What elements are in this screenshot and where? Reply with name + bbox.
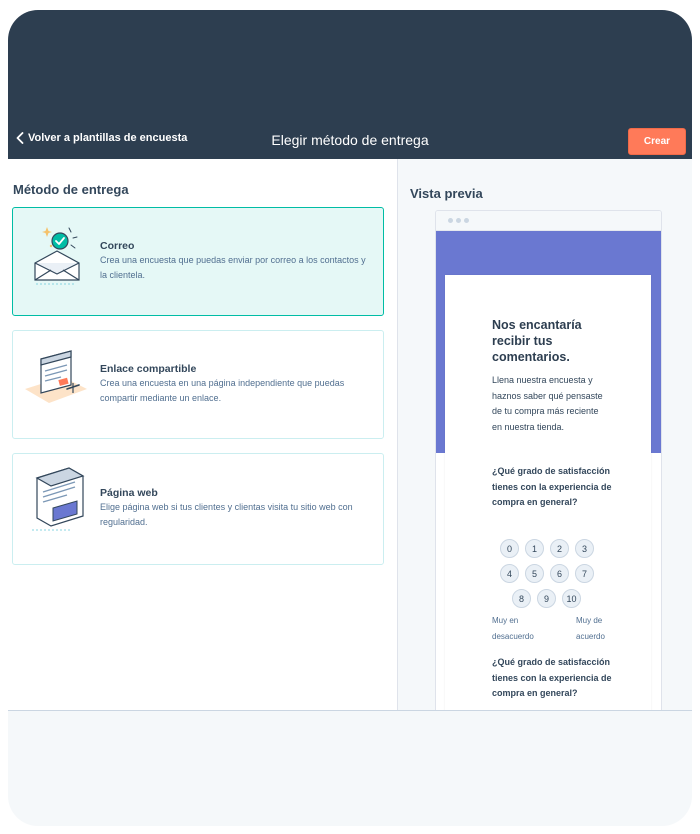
scale-option[interactable]: 2: [550, 539, 569, 558]
scale-option[interactable]: 9: [537, 589, 556, 608]
back-label: Volver a plantillas de encuesta: [28, 132, 188, 144]
bottom-footer-area: [8, 710, 692, 826]
survey-question-2: ¿Qué grado de satisfacción tienes con la…: [492, 657, 612, 698]
scale-option[interactable]: 3: [575, 539, 594, 558]
web-page-icon: [32, 467, 85, 531]
scale-low-label: Muy en desacuerdo: [492, 616, 534, 641]
scale-option[interactable]: 1: [525, 539, 544, 558]
preview-title: Vista previa: [410, 186, 483, 201]
survey-preview-card: Nos encantaría recibir tus comentarios. …: [445, 275, 651, 710]
survey-heading: Nos encantaría recibir tus comentarios.: [492, 318, 582, 364]
browser-dot-icon: [456, 218, 461, 223]
app-frame: Volver a plantillas de encuesta Elegir m…: [8, 10, 692, 826]
back-to-templates-link[interactable]: Volver a plantillas de encuesta: [16, 132, 187, 144]
scale-high-label: Muy de acuerdo: [576, 616, 605, 641]
option-description: Elige página web si tus clientes y clien…: [100, 502, 353, 527]
option-description: Crea una encuesta que puedas enviar por …: [100, 255, 366, 280]
email-envelope-icon: [34, 227, 80, 285]
shareable-link-page-icon: [25, 350, 87, 403]
create-button[interactable]: Crear: [628, 128, 686, 155]
delivery-option-shareable-link[interactable]: Enlace compartible Crea una encuesta en …: [12, 330, 384, 439]
option-description: Crea una encuesta en una página independ…: [100, 378, 345, 403]
option-title: Página web: [100, 487, 158, 499]
browser-toolbar: [436, 211, 661, 231]
scale-option[interactable]: 4: [500, 564, 519, 583]
scale-option[interactable]: 7: [575, 564, 594, 583]
survey-intro: Llena nuestra encuesta y haznos saber qu…: [492, 375, 603, 432]
browser-dot-icon: [448, 218, 453, 223]
scale-option[interactable]: 0: [500, 539, 519, 558]
preview-browser-frame: Nos encantaría recibir tus comentarios. …: [435, 210, 662, 710]
scale-option[interactable]: 10: [562, 589, 581, 608]
top-header: Volver a plantillas de encuesta Elegir m…: [8, 10, 692, 159]
scale-option[interactable]: 6: [550, 564, 569, 583]
delivery-option-web-page[interactable]: Página web Elige página web si tus clien…: [12, 453, 384, 565]
option-title: Correo: [100, 240, 135, 252]
survey-question-1: ¿Qué grado de satisfacción tienes con la…: [492, 466, 612, 507]
delivery-section-title: Método de entrega: [13, 182, 129, 197]
chevron-left-icon: [16, 132, 24, 144]
delivery-method-panel: Método de entrega Correo Crea una encues…: [8, 159, 397, 710]
preview-panel: Vista previa Nos encantaría recibir tus …: [398, 159, 692, 710]
browser-dot-icon: [464, 218, 469, 223]
scale-option[interactable]: 8: [512, 589, 531, 608]
option-title: Enlace compartible: [100, 363, 197, 375]
scale-option[interactable]: 5: [525, 564, 544, 583]
delivery-option-email[interactable]: Correo Crea una encuesta que puedas envi…: [12, 207, 384, 316]
